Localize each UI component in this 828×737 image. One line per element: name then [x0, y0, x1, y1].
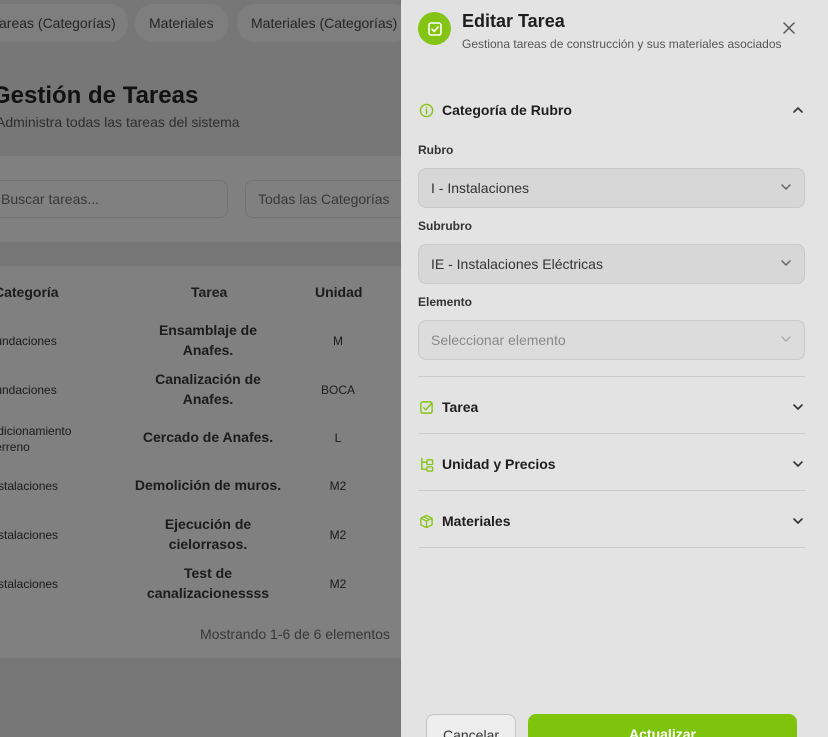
close-icon[interactable] [779, 18, 799, 38]
subrubro-select[interactable]: IE - Instalaciones Eléctricas [418, 244, 805, 284]
drawer-subtitle: Gestiona tareas de construcción y sus ma… [462, 37, 782, 51]
package-icon [418, 513, 434, 529]
section-categoria-rubro-header[interactable]: Categoría de Rubro [418, 100, 805, 120]
tree-structure-icon [418, 456, 434, 472]
cancel-button[interactable]: Cancelar [426, 714, 516, 737]
drawer-title: Editar Tarea [462, 11, 565, 31]
checkbox-icon [418, 399, 434, 415]
elemento-select[interactable]: Seleccionar elemento [418, 320, 805, 360]
rubro-label: Rubro [418, 143, 454, 157]
section-label: Categoría de Rubro [442, 102, 572, 118]
section-label: Materiales [442, 513, 511, 529]
section-label: Unidad y Precios [442, 456, 556, 472]
divider [418, 376, 805, 377]
elemento-label: Elemento [418, 295, 473, 309]
divider [418, 433, 805, 434]
section-unidad-precios-header[interactable]: Unidad y Precios [418, 454, 805, 474]
rubro-select[interactable]: I - Instalaciones [418, 168, 805, 208]
info-circle-icon [418, 102, 434, 118]
elemento-placeholder: Seleccionar elemento [431, 332, 566, 348]
rubro-value: I - Instalaciones [431, 180, 530, 196]
section-label: Tarea [442, 399, 479, 415]
subrubro-value: IE - Instalaciones Eléctricas [431, 256, 603, 272]
divider [418, 547, 805, 548]
edit-task-drawer: Editar Tarea Gestiona tareas de construc… [401, 0, 828, 737]
chevron-down-icon [791, 514, 805, 528]
section-tarea-header[interactable]: Tarea [418, 397, 805, 417]
chevron-down-icon [791, 457, 805, 471]
chevron-down-icon [791, 400, 805, 414]
chevron-down-icon [780, 256, 792, 272]
update-button[interactable]: Actualizar [528, 714, 797, 737]
chevron-down-icon [780, 332, 792, 348]
subrubro-label: Subrubro [418, 219, 472, 233]
chevron-up-icon [791, 103, 805, 117]
divider [418, 490, 805, 491]
chevron-down-icon [780, 180, 792, 196]
edit-checkbox-icon [418, 12, 451, 45]
section-materiales-header[interactable]: Materiales [418, 511, 805, 531]
